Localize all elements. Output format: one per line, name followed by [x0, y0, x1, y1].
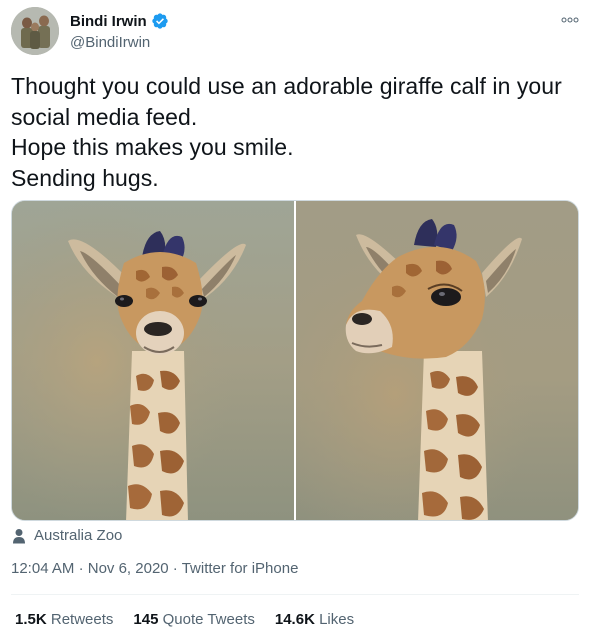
quote-tweets-label: Quote Tweets — [162, 611, 255, 628]
avatar[interactable] — [11, 7, 59, 55]
quote-tweets-stat[interactable]: 145 Quote Tweets — [133, 611, 254, 628]
quote-tweets-count: 145 — [133, 611, 163, 628]
tweet-source[interactable]: Twitter for iPhone — [182, 560, 299, 577]
avatar-image — [11, 7, 59, 55]
meta-separator: · — [172, 560, 182, 577]
tweet-location[interactable]: Australia Zoo — [12, 527, 122, 544]
retweets-count: 1.5K — [15, 611, 51, 628]
giraffe-photo-right[interactable] — [296, 201, 578, 520]
verified-badge-icon — [151, 12, 169, 30]
more-options-icon[interactable] — [559, 12, 581, 28]
divider — [11, 594, 579, 595]
tweet-text: Thought you could use an adorable giraff… — [11, 71, 581, 193]
tweet-line: Sending hugs. — [11, 164, 159, 191]
author-handle[interactable]: @BindiIrwin — [70, 34, 169, 51]
giraffe-front-image — [12, 201, 294, 520]
person-icon — [12, 528, 26, 544]
tweet-line: social media feed. — [11, 103, 198, 130]
likes-count: 14.6K — [274, 611, 320, 628]
tweet-media — [11, 200, 579, 521]
tweet-author: Bindi Irwin @BindiIrwin — [70, 11, 169, 51]
meta-separator: · — [78, 560, 88, 577]
giraffe-photo-left[interactable] — [12, 201, 294, 520]
tweet-line: Hope this makes you smile. — [11, 134, 294, 160]
likes-stat[interactable]: 14.6K Likes — [275, 611, 354, 628]
location-label: Australia Zoo — [34, 527, 123, 544]
tweet-meta: 12:04 AM · Nov 6, 2020 · Twitter for iPh… — [11, 560, 298, 577]
retweets-stat[interactable]: 1.5K Retweets — [15, 611, 113, 628]
retweets-label: Retweets — [50, 611, 114, 628]
tweet-stats: 1.5K Retweets 145 Quote Tweets 14.6K Lik… — [15, 611, 374, 628]
tweet-line: Thought you could use an adorable giraff… — [11, 73, 562, 99]
tweet-time[interactable]: 12:04 AM — [11, 560, 74, 577]
tweet-date[interactable]: Nov 6, 2020 — [88, 560, 169, 577]
giraffe-profile-image — [296, 201, 578, 520]
likes-label: Likes — [319, 611, 355, 628]
author-name[interactable]: Bindi Irwin — [70, 13, 147, 30]
